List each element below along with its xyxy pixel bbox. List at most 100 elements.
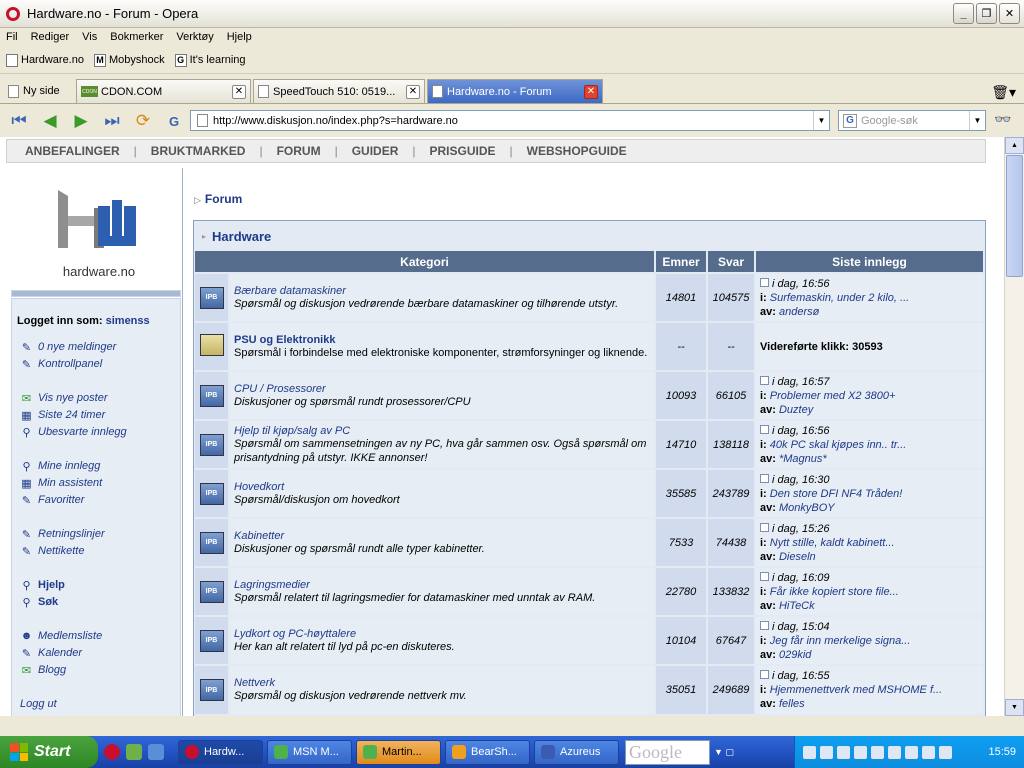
bookmark-itslearning[interactable]: G It's learning	[174, 53, 246, 67]
last-post-author[interactable]: MonkyBOY	[779, 502, 835, 514]
sidebar-item-blog[interactable]: ✉ Blogg	[20, 664, 66, 677]
ie-quicklaunch-icon[interactable]	[148, 744, 164, 760]
tab-new-page[interactable]: Ny side	[4, 79, 74, 103]
close-tab-icon[interactable]: ✕	[232, 84, 246, 99]
nav-bruktmarked[interactable]: BRUKTMARKED	[151, 144, 246, 158]
tab-hardware-forum[interactable]: Hardware.no - Forum ✕	[427, 79, 603, 103]
sidebar-item-search[interactable]: ⚲ Søk	[20, 596, 58, 609]
nav-prisguide[interactable]: PRISGUIDE	[430, 144, 496, 158]
tray-icon[interactable]	[803, 745, 816, 759]
nav-guider[interactable]: GUIDER	[352, 144, 399, 158]
fast-forward-icon[interactable]: ⏭	[101, 110, 123, 132]
sidebar-item-memberlist[interactable]: ☻ Medlemsliste	[20, 630, 102, 642]
start-button[interactable]: Start	[0, 736, 98, 768]
bookmark-mobyshock[interactable]: M Mobyshock	[93, 53, 165, 67]
last-post-link[interactable]: Jeg får inn merkelige signa...	[770, 635, 911, 647]
username-link[interactable]: simenss	[106, 315, 150, 327]
tray-icon[interactable]	[871, 745, 884, 759]
back-icon[interactable]: ◀	[39, 110, 61, 132]
forum-name-link[interactable]: Hjelp til kjøp/salg av PC	[234, 425, 650, 437]
glasses-icon[interactable]: 👓	[994, 111, 1011, 128]
google-icon[interactable]: G	[163, 110, 185, 132]
sidebar-item-assistant[interactable]: ▦ Min assistent	[20, 477, 102, 490]
chevron-down-icon[interactable]: ▼	[813, 111, 829, 130]
sidebar-item-favorites[interactable]: ✎ Favoritter	[20, 494, 85, 507]
last-post-author[interactable]: HiTeCk	[779, 600, 815, 612]
sidebar-item-controlpanel[interactable]: ✎ Kontrollpanel	[20, 358, 102, 371]
tray-icon[interactable]	[888, 745, 901, 759]
tray-icon[interactable]	[939, 745, 952, 759]
tray-icon[interactable]	[905, 745, 918, 759]
forum-name-link[interactable]: Kabinetter	[234, 530, 650, 542]
sidebar-item-messages[interactable]: ✎ 0 nye meldinger	[20, 341, 116, 354]
sidebar-item-calendar[interactable]: ✎ Kalender	[20, 647, 82, 660]
search-field[interactable]: G Google-søk ▼	[838, 110, 986, 131]
last-post-author[interactable]: andersø	[779, 306, 819, 318]
forum-name-link[interactable]: Bærbare datamaskiner	[234, 285, 650, 297]
menu-view[interactable]: Vis	[82, 31, 97, 43]
close-tab-icon[interactable]: ✕	[406, 84, 420, 99]
sidebar-item-logout[interactable]: Logg ut	[20, 698, 57, 710]
nav-forum[interactable]: FORUM	[277, 144, 321, 158]
forum-name-link[interactable]: Hovedkort	[234, 481, 650, 493]
forum-name-link[interactable]: Lydkort og PC-høyttalere	[234, 628, 650, 640]
sidebar-item-last24[interactable]: ▦ Siste 24 timer	[20, 409, 105, 422]
taskbar-button-msn[interactable]: MSN M...	[267, 739, 352, 765]
sidebar-item-myposts[interactable]: ⚲ Mine innlegg	[20, 460, 100, 473]
breadcrumb-forum[interactable]: Forum	[205, 192, 242, 206]
last-post-link[interactable]: 40k PC skal kjøpes inn.. tr...	[770, 439, 907, 451]
address-field[interactable]: http://www.diskusjon.no/index.php?s=hard…	[190, 110, 830, 131]
scroll-up-icon[interactable]: ▲	[1005, 137, 1024, 154]
sidebar-item-newposts[interactable]: ✉ Vis nye poster	[20, 392, 108, 405]
rewind-icon[interactable]: ⏮	[8, 110, 30, 132]
menu-help[interactable]: Hjelp	[227, 31, 252, 43]
close-tab-icon[interactable]: ✕	[584, 84, 598, 99]
tray-icon[interactable]	[820, 745, 833, 759]
sidebar-item-guidelines[interactable]: ✎ Retningslinjer	[20, 528, 105, 541]
menu-bookmarks[interactable]: Bokmerker	[110, 31, 163, 43]
sidebar-item-help[interactable]: ⚲ Hjelp	[20, 579, 64, 592]
chevron-down-icon[interactable]: ▼ ▢	[714, 747, 734, 758]
tab-speedtouch[interactable]: SpeedTouch 510: 0519... ✕	[253, 79, 425, 103]
taskbar-button-hardware[interactable]: Hardw...	[178, 739, 263, 765]
trash-icon[interactable]: 🗑▾	[991, 84, 1016, 101]
last-post-author[interactable]: felles	[779, 698, 805, 710]
taskbar-button-bearshare[interactable]: BearSh...	[445, 739, 530, 765]
taskbar-button-martin[interactable]: Martin...	[356, 739, 441, 765]
sidebar-item-unanswered[interactable]: ⚲ Ubesvarte innlegg	[20, 426, 126, 439]
last-post-link[interactable]: Den store DFI NF4 Tråden!	[770, 488, 902, 500]
menu-file[interactable]: Fil	[6, 31, 18, 43]
last-post-author[interactable]: Duztey	[779, 404, 813, 416]
reload-icon[interactable]: ⟳	[132, 110, 154, 132]
forum-name-link[interactable]: CPU / Prosessorer	[234, 383, 650, 395]
menu-tools[interactable]: Verktøy	[176, 31, 213, 43]
opera-quicklaunch-icon[interactable]	[104, 744, 120, 760]
restore-button[interactable]: ❐	[976, 3, 997, 24]
chevron-down-icon[interactable]: ▼	[969, 111, 985, 130]
last-post-link[interactable]: Hjemmenettverk med MSHOME f...	[770, 684, 942, 696]
last-post-link[interactable]: Får ikke kopiert store file...	[770, 586, 899, 598]
media-quicklaunch-icon[interactable]	[126, 744, 142, 760]
section-title[interactable]: Hardware	[212, 229, 271, 244]
nav-webshopguide[interactable]: WEBSHOPGUIDE	[527, 144, 627, 158]
last-post-author[interactable]: Dieseln	[779, 551, 816, 563]
scroll-thumb[interactable]	[1006, 155, 1023, 277]
last-post-author[interactable]: 029kid	[779, 649, 811, 661]
bookmark-hardware[interactable]: Hardware.no	[6, 53, 84, 67]
last-post-link[interactable]: Surfemaskin, under 2 kilo, ...	[770, 292, 909, 304]
forum-name-link[interactable]: Lagringsmedier	[234, 579, 650, 591]
last-post-link[interactable]: Problemer med X2 3800+	[770, 390, 896, 402]
taskbar-button-azureus[interactable]: Azureus	[534, 739, 619, 765]
tray-icon[interactable]	[922, 745, 935, 759]
forward-icon[interactable]: ▶	[70, 110, 92, 132]
menu-edit[interactable]: Rediger	[31, 31, 70, 43]
scroll-down-icon[interactable]: ▼	[1005, 699, 1024, 716]
tray-icon[interactable]	[854, 745, 867, 759]
hardware-logo[interactable]: hardware.no	[54, 188, 144, 279]
nav-anbefalinger[interactable]: ANBEFALINGER	[25, 144, 120, 158]
google-deskbar[interactable]: Google	[625, 739, 710, 765]
sidebar-item-netiquette[interactable]: ✎ Nettikette	[20, 545, 85, 558]
last-post-link[interactable]: Nytt stille, kaldt kabinett...	[770, 537, 895, 549]
vertical-scrollbar[interactable]: ▲ ▼	[1004, 137, 1024, 716]
forum-name-link[interactable]: PSU og Elektronikk	[234, 334, 650, 346]
